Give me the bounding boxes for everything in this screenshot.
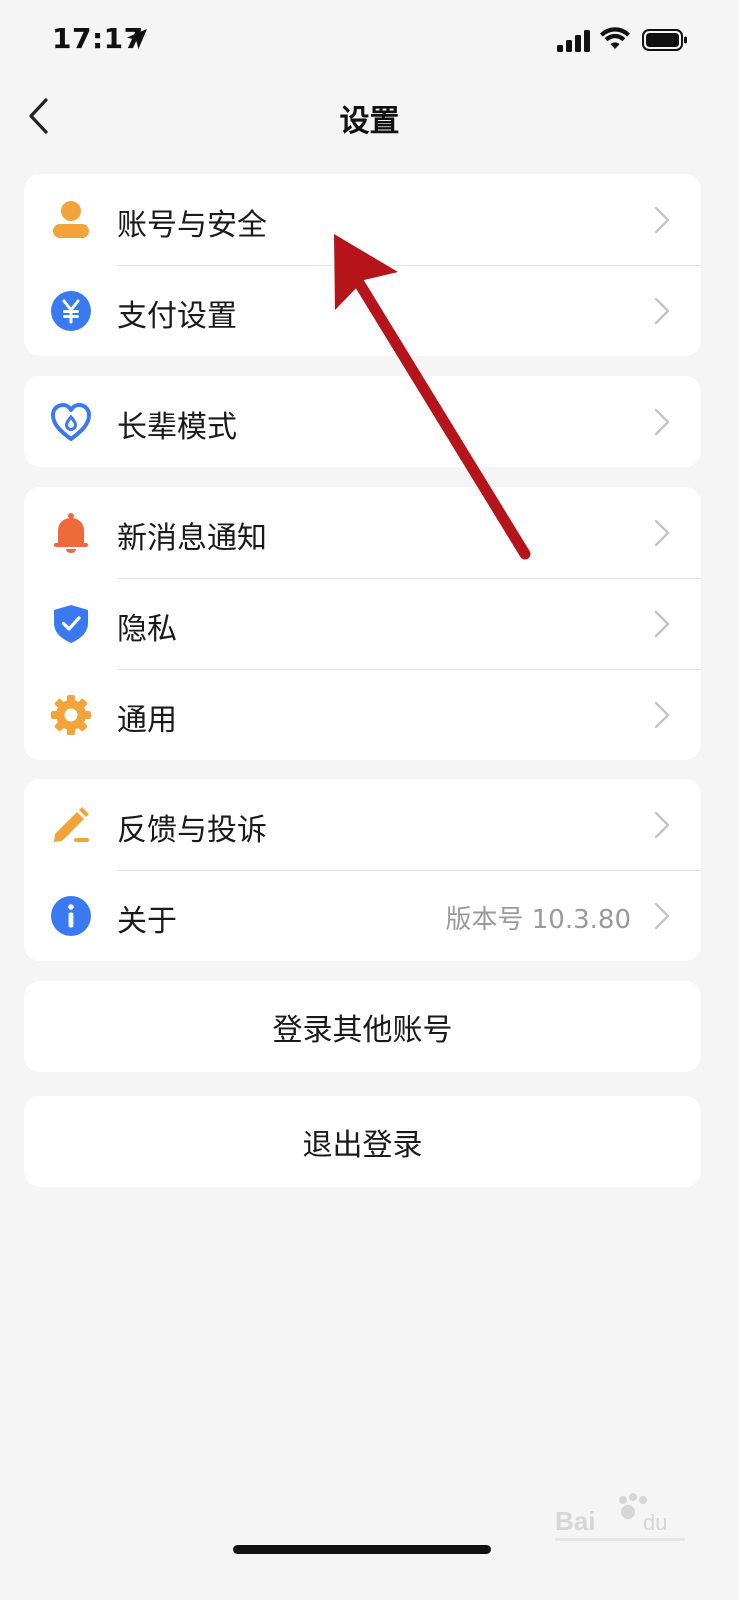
settings-item-label: 关于 xyxy=(117,904,177,939)
settings-item-label: 隐私 xyxy=(117,612,177,647)
settings-item-label: 账号与安全 xyxy=(117,208,267,243)
settings-item-label: 通用 xyxy=(117,703,177,738)
home-indicator[interactable] xyxy=(233,1545,491,1554)
annotation-arrow-icon xyxy=(334,234,531,560)
person-icon xyxy=(53,201,89,238)
baidu-watermark-icon: Bai du xyxy=(555,1493,685,1541)
chevron-right-icon xyxy=(654,519,670,547)
settings-group-about: 反馈与投诉 关于 版本号 10.3.80 xyxy=(24,779,701,961)
info-icon xyxy=(51,896,91,936)
chevron-right-icon xyxy=(654,408,670,436)
settings-item-label: 新消息通知 xyxy=(117,521,267,556)
shield-icon xyxy=(54,605,88,643)
chevron-right-icon xyxy=(654,701,670,729)
pen-icon xyxy=(54,807,89,842)
cellular-signal-icon xyxy=(557,30,590,52)
navigation-bar: 设置 xyxy=(0,82,739,152)
battery-icon xyxy=(642,29,687,51)
settings-item-label: 反馈与投诉 xyxy=(117,813,267,848)
gear-icon xyxy=(51,695,91,735)
switch-account-button[interactable]: 登录其他账号 xyxy=(24,981,701,1072)
yuan-icon xyxy=(51,291,91,331)
version-number: 版本号 10.3.80 xyxy=(445,905,631,935)
bell-icon xyxy=(54,513,88,553)
settings-item-label: 长辈模式 xyxy=(117,410,237,445)
chevron-right-icon xyxy=(654,610,670,638)
chevron-right-icon xyxy=(654,902,670,930)
location-arrow-icon xyxy=(127,29,147,49)
svg-text:Bai: Bai xyxy=(555,1506,595,1536)
chevron-right-icon xyxy=(654,811,670,839)
wifi-icon xyxy=(600,27,630,49)
svg-text:du: du xyxy=(643,1510,667,1535)
chevron-right-icon xyxy=(654,297,670,325)
chevron-right-icon xyxy=(654,206,670,234)
settings-item-privacy[interactable]: 隐私 xyxy=(24,578,701,669)
logout-button[interactable]: 退出登录 xyxy=(24,1096,701,1187)
settings-item-feedback[interactable]: 反馈与投诉 xyxy=(24,779,701,870)
status-bar: 17:17 xyxy=(0,0,739,82)
settings-item-general[interactable]: 通用 xyxy=(24,669,701,760)
settings-item-about[interactable]: 关于 版本号 10.3.80 xyxy=(24,870,701,961)
settings-item-label: 支付设置 xyxy=(117,299,237,334)
heart-icon xyxy=(51,403,91,441)
page-title: 设置 xyxy=(339,104,400,139)
